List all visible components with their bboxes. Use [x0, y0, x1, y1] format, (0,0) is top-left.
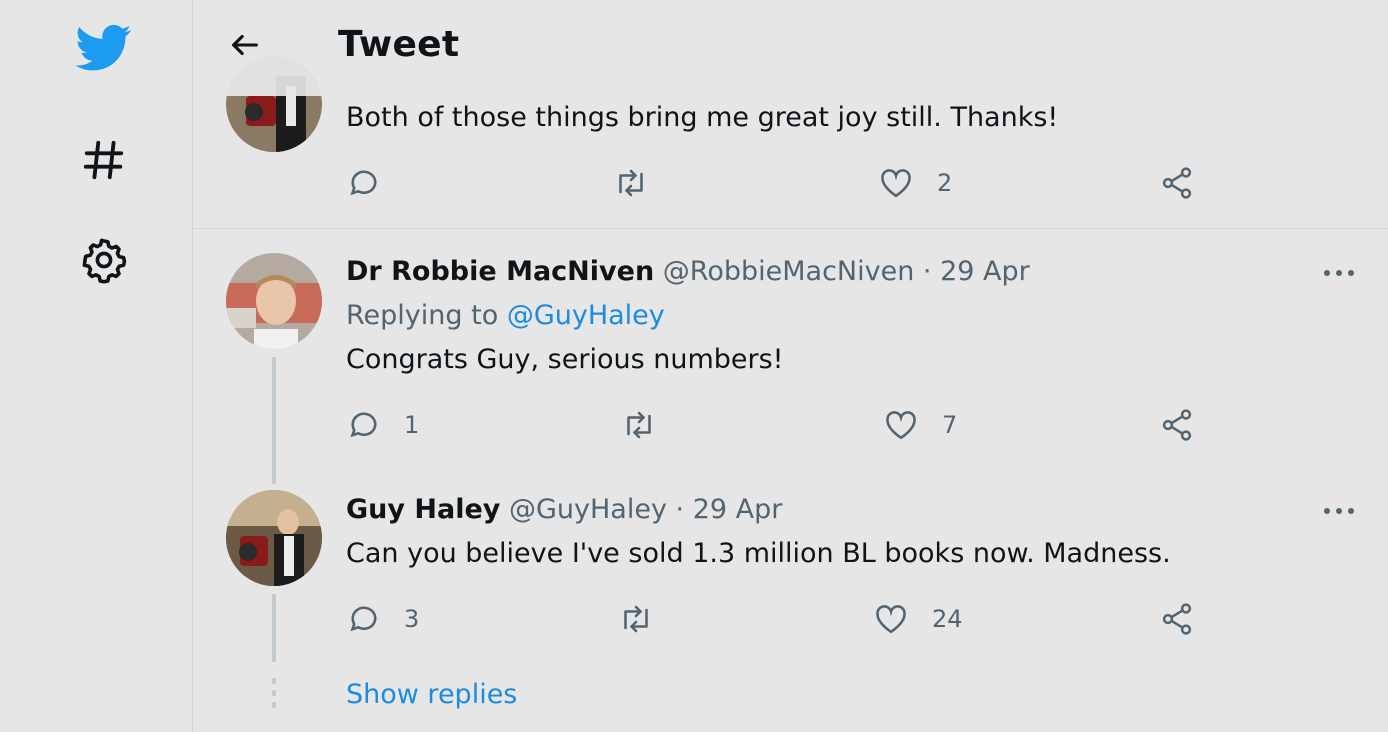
- retweet-icon: [627, 411, 651, 439]
- header: Tweet: [193, 0, 1388, 96]
- share-button[interactable]: [1159, 407, 1195, 443]
- retweet-icon: [619, 169, 643, 197]
- reply-icon: [350, 412, 377, 438]
- tweet-header: Dr Robbie MacNiven @RobbieMacNiven · 29 …: [346, 256, 1030, 287]
- more-options-button[interactable]: [1319, 258, 1359, 288]
- more-options-button[interactable]: [1319, 496, 1359, 526]
- heart-icon: [886, 411, 916, 440]
- reply-button[interactable]: 1: [346, 407, 419, 443]
- reply-icon: [350, 170, 377, 196]
- tweet-date[interactable]: 29 Apr: [693, 494, 783, 525]
- separator: ·: [675, 494, 685, 525]
- like-button[interactable]: 7: [882, 407, 957, 443]
- like-count: 2: [937, 169, 953, 197]
- author-handle[interactable]: @GuyHaley: [509, 494, 667, 525]
- replying-to-label: Replying to: [346, 300, 507, 331]
- like-button[interactable]: 2: [877, 165, 952, 201]
- share-icon: [1162, 409, 1192, 441]
- thread-dots: [272, 678, 276, 714]
- arrow-left-icon: [232, 34, 258, 56]
- thread-line: [272, 594, 276, 662]
- tweet-text: Can you believe I've sold 1.3 million BL…: [346, 538, 1171, 569]
- author-handle[interactable]: @RobbieMacNiven: [663, 256, 915, 287]
- share-button[interactable]: [1159, 601, 1195, 637]
- more-dots-icon: [1324, 270, 1354, 276]
- twitter-bird-icon[interactable]: [74, 18, 134, 78]
- retweet-button[interactable]: [611, 165, 651, 201]
- thread-line: [272, 357, 276, 484]
- share-icon: [1162, 167, 1192, 199]
- retweet-button[interactable]: [616, 601, 656, 637]
- author-name[interactable]: Guy Haley: [346, 494, 500, 525]
- avatar[interactable]: [226, 253, 322, 349]
- reply-button[interactable]: [346, 165, 404, 201]
- show-replies-link[interactable]: Show replies: [346, 679, 517, 710]
- tweet-date[interactable]: 29 Apr: [940, 256, 1030, 287]
- avatar[interactable]: [226, 490, 322, 586]
- tweet-header: Guy Haley @GuyHaley · 29 Apr: [346, 494, 782, 525]
- separator: ·: [922, 256, 932, 287]
- sidebar: [0, 0, 193, 732]
- share-icon: [1162, 603, 1192, 635]
- heart-icon: [881, 169, 911, 198]
- reply-icon: [350, 606, 377, 632]
- page-title: Tweet: [338, 24, 460, 65]
- author-name[interactable]: Dr Robbie MacNiven: [346, 256, 654, 287]
- share-button[interactable]: [1159, 165, 1195, 201]
- reply-count: 3: [404, 605, 420, 633]
- tweet-item[interactable]: Dr Robbie MacNiven @RobbieMacNiven · 29 …: [193, 229, 1388, 484]
- tweet-text: Congrats Guy, serious numbers!: [346, 344, 784, 375]
- reply-button[interactable]: 3: [346, 601, 419, 637]
- more-dots-icon: [1324, 508, 1354, 514]
- main-column: Both of those things bring me great joy …: [193, 0, 1388, 732]
- back-button[interactable]: [223, 23, 267, 67]
- like-count: 7: [942, 411, 958, 439]
- like-count: 24: [932, 605, 963, 633]
- hashtag-icon[interactable]: [74, 130, 134, 190]
- like-button[interactable]: 24: [872, 601, 963, 637]
- heart-icon: [876, 605, 906, 634]
- retweet-button[interactable]: [619, 407, 659, 443]
- reply-count: 1: [404, 411, 420, 439]
- retweet-icon: [624, 605, 648, 633]
- replying-to: Replying to @GuyHaley: [346, 300, 665, 331]
- tweet-text: Both of those things bring me great joy …: [346, 102, 1059, 133]
- replying-to-link[interactable]: @GuyHaley: [507, 300, 665, 331]
- gear-icon[interactable]: [74, 230, 134, 290]
